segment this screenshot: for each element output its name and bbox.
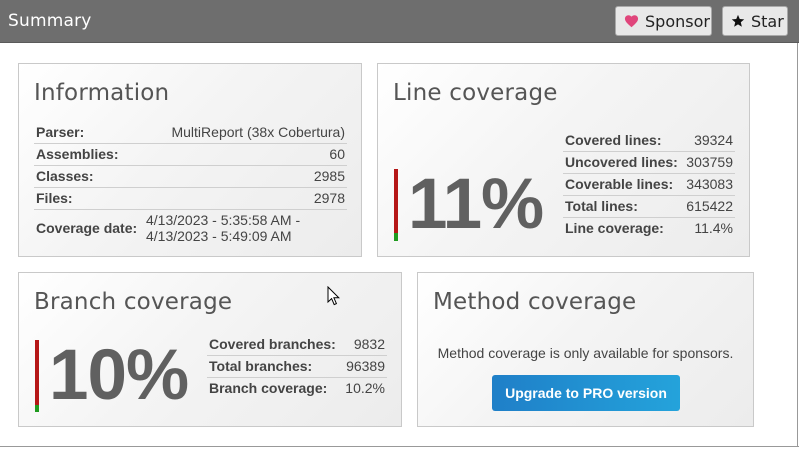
page-divider-right [797,43,798,447]
upgrade-pro-button[interactable]: Upgrade to PRO version [492,375,680,411]
line-coverage-bar-fill [394,232,398,241]
branch-coverage-title: Branch coverage [34,289,233,315]
information-table: Parser: MultiReport (38x Cobertura) Asse… [34,122,347,247]
coverable-lines-key: Coverable lines: [563,173,683,196]
line-coverage-bar [394,169,398,241]
line-coverage-percent: 11% [408,165,544,244]
table-row: Parser: MultiReport (38x Cobertura) [34,122,347,144]
heart-icon [624,14,639,28]
coverable-lines-value: 343083 [682,173,735,196]
branch-coverage-value: 10.2% [345,380,385,396]
branch-coverage-bar [35,340,39,412]
branch-coverage-percent: 10% [49,336,189,415]
method-coverage-message: Method coverage is only available for sp… [437,345,734,361]
table-row: Classes: 2985 [34,165,347,188]
table-row: Total branches: 96389 [207,355,387,378]
total-lines-value: 615422 [682,195,735,218]
table-row: Branch coverage: 10.2% [207,378,387,400]
coverage-date-key: Coverage date: [36,220,138,236]
table-row: Covered branches: 9832 [207,334,387,356]
sponsor-label: Sponsor [645,11,710,31]
parser-key: Parser: [34,122,142,144]
coverage-date-value: 4/13/2023 - 5:35:58 AM - 4/13/2023 - 5:4… [142,210,347,248]
method-coverage-title: Method coverage [433,289,637,315]
table-row: Covered lines: 39324 [563,130,735,152]
table-row: Coverable lines: 343083 [563,173,735,196]
coverage-date-end: 4/13/2023 - 5:49:09 AM [146,228,292,244]
parser-value: MultiReport (38x Cobertura) [142,122,347,144]
uncovered-lines-key: Uncovered lines: [563,151,683,174]
line-coverage-card: Line coverage 11% Covered lines: 39324 U… [377,63,750,257]
table-row: Uncovered lines: 303759 [563,151,735,174]
classes-key: Classes: [34,165,142,188]
table-row: Assemblies: 60 [34,143,347,166]
branch-coverage-bar-fill [35,404,39,412]
line-coverage-table: Covered lines: 39324 Uncovered lines: 30… [563,130,735,239]
star-icon [731,14,745,28]
coverage-date-start: 4/13/2023 - 5:35:58 AM - [146,212,301,228]
mouse-pointer-icon [327,285,341,311]
line-coverage-title: Line coverage [393,80,558,106]
star-button[interactable]: Star [722,6,788,36]
table-row: Total lines: 615422 [563,195,735,218]
files-key: Files: [34,187,142,210]
branch-coverage-table: Covered branches: 9832 Total branches: 9… [207,334,387,399]
assemblies-value: 60 [142,143,347,166]
classes-value: 2985 [142,165,347,188]
summary-header: Summary Sponsor Star [0,0,799,43]
covered-lines-value: 39324 [682,130,735,152]
total-lines-key: Total lines: [563,195,683,218]
star-label: Star [751,11,784,31]
page-divider-bottom [0,446,799,447]
branch-coverage-card: Branch coverage 10% Covered branches: 98… [18,272,402,427]
assemblies-key: Assemblies: [34,143,142,166]
total-branches-key: Total branches: [207,355,342,378]
total-branches-value: 96389 [341,355,387,378]
page-title: Summary [8,11,92,31]
information-card: Information Parser: MultiReport (38x Cob… [18,63,362,257]
uncovered-lines-value: 303759 [682,151,735,174]
line-coverage-value: 11.4% [694,220,733,236]
table-row: Files: 2978 [34,187,347,210]
method-coverage-card: Method coverage Method coverage is only … [417,272,754,427]
covered-lines-key: Covered lines: [563,130,683,152]
branch-coverage-key: Branch coverage: [209,380,328,396]
table-row: Line coverage: 11.4% [563,218,735,240]
table-row: Coverage date: 4/13/2023 - 5:35:58 AM - … [34,210,347,248]
covered-branches-key: Covered branches: [207,334,342,356]
information-title: Information [34,80,170,106]
covered-branches-value: 9832 [341,334,387,356]
line-coverage-key: Line coverage: [565,220,664,236]
files-value: 2978 [142,187,347,210]
sponsor-button[interactable]: Sponsor [615,6,712,36]
